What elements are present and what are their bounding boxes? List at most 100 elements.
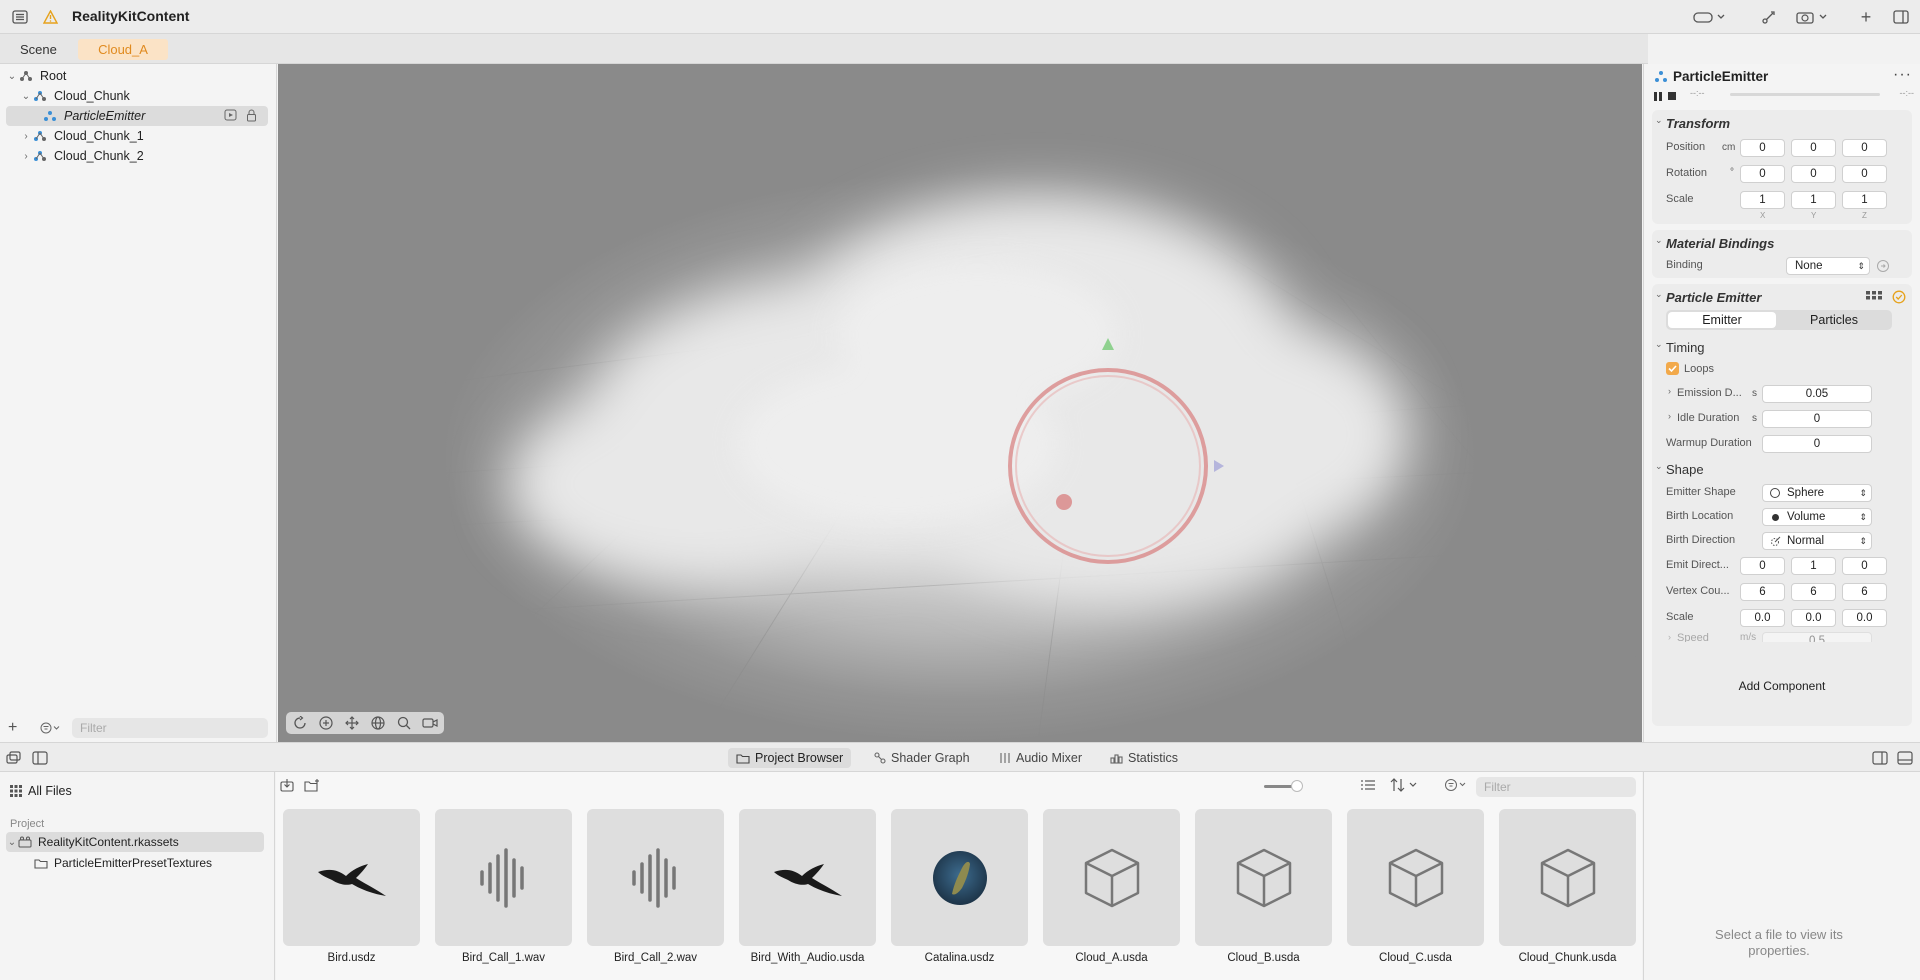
add-icon[interactable]: +	[1855, 6, 1877, 28]
asset-tile[interactable]: Cloud_Chunk.usda	[1499, 809, 1636, 964]
stop-icon[interactable]	[1668, 90, 1676, 100]
tree-item-preset-textures[interactable]: ParticleEmitterPresetTextures	[34, 854, 212, 872]
tree-item-rkassets[interactable]: ⌄ RealityKitContent.rkassets	[6, 832, 264, 852]
chevron-right-icon[interactable]: ›	[1668, 386, 1671, 396]
vertex-count-x-field[interactable]: 6	[1740, 583, 1785, 601]
chevron-down-icon[interactable]: ⌄	[1655, 339, 1663, 350]
scale-z-field[interactable]: 1	[1842, 191, 1887, 209]
camera-view-icon[interactable]	[420, 714, 440, 732]
asset-tile[interactable]: Cloud_B.usda	[1195, 809, 1332, 964]
go-to-material-icon[interactable]	[1876, 259, 1890, 273]
files-filter-input[interactable]: Filter	[1476, 777, 1636, 797]
shape-scale-z-field[interactable]: 0.0	[1842, 609, 1887, 627]
tab-project-browser[interactable]: Project Browser	[728, 748, 852, 768]
idle-duration-field[interactable]: 0	[1762, 410, 1872, 428]
rotation-y-field[interactable]: 0	[1791, 165, 1836, 183]
new-folder-icon[interactable]	[304, 779, 322, 793]
lock-icon[interactable]	[246, 109, 258, 122]
scene-viewport[interactable]	[278, 64, 1642, 742]
preview-icon[interactable]	[224, 109, 238, 122]
birth-direction-popup[interactable]: Normal ⇕	[1762, 532, 1872, 550]
asset-tile[interactable]: Bird.usdz	[283, 809, 420, 964]
material-bindings-title[interactable]: Material Bindings	[1666, 236, 1774, 251]
asset-tile[interactable]: Bird_With_Audio.usda	[739, 809, 876, 964]
filter-options-icon[interactable]	[40, 722, 66, 734]
tree-item-root[interactable]: ⌄ Root	[6, 66, 268, 86]
transform-title[interactable]: Transform	[1666, 116, 1730, 131]
import-icon[interactable]	[280, 779, 296, 793]
chevron-right-icon[interactable]: ›	[1668, 632, 1671, 642]
bottom-panel-toggle-icon[interactable]	[1897, 751, 1913, 765]
warning-icon[interactable]	[40, 6, 60, 28]
timing-title[interactable]: Timing	[1666, 340, 1705, 355]
position-x-field[interactable]: 0	[1740, 139, 1785, 157]
orbit-icon[interactable]	[290, 714, 310, 732]
play-simulation-icon[interactable]	[1758, 6, 1780, 28]
emit-direction-x-field[interactable]: 0	[1740, 557, 1785, 575]
shape-title[interactable]: Shape	[1666, 462, 1704, 477]
tab-scene[interactable]: Scene	[4, 39, 73, 60]
tab-shader-graph[interactable]: Shader Graph	[866, 748, 978, 768]
add-circle-icon[interactable]	[316, 714, 336, 732]
component-enabled-icon[interactable]	[1892, 290, 1906, 304]
more-options-icon[interactable]: ···	[1893, 66, 1912, 84]
emitter-shape-popup[interactable]: Sphere ⇕	[1762, 484, 1872, 502]
slider-knob[interactable]	[1291, 780, 1303, 792]
emit-direction-y-field[interactable]: 1	[1791, 557, 1836, 575]
list-view-icon[interactable]	[1360, 779, 1376, 793]
rotation-z-field[interactable]: 0	[1842, 165, 1887, 183]
right-panel-toggle-icon[interactable]	[1872, 751, 1888, 765]
asset-tile[interactable]: Bird_Call_2.wav	[587, 809, 724, 964]
shape-scale-x-field[interactable]: 0.0	[1740, 609, 1785, 627]
inspector-toggle-icon[interactable]	[1890, 6, 1912, 28]
asset-tile[interactable]: Catalina.usdz	[891, 809, 1028, 964]
all-files-item[interactable]: All Files	[28, 784, 72, 798]
viewport-canvas[interactable]	[278, 64, 1642, 742]
binding-popup[interactable]: None ⇕	[1786, 257, 1870, 275]
headset-preview-icon[interactable]	[1690, 6, 1730, 28]
chevron-down-icon[interactable]: ⌄	[1655, 235, 1663, 246]
sidebar-list-icon[interactable]	[8, 6, 32, 28]
asset-tile[interactable]: Cloud_A.usda	[1043, 809, 1180, 964]
tree-item-cloud-chunk-1[interactable]: › Cloud_Chunk_1	[6, 126, 268, 146]
tree-item-particle-emitter[interactable]: ParticleEmitter	[6, 106, 268, 126]
vertex-count-y-field[interactable]: 6	[1791, 583, 1836, 601]
move-icon[interactable]	[342, 714, 362, 732]
sort-icon[interactable]	[1390, 778, 1420, 794]
playback-scrubber[interactable]	[1730, 93, 1880, 96]
world-space-icon[interactable]	[368, 714, 388, 732]
tree-item-cloud-chunk[interactable]: ⌄ Cloud_Chunk	[6, 86, 268, 106]
chevron-right-icon[interactable]: ›	[20, 131, 32, 142]
tab-cloud-a[interactable]: Cloud_A	[78, 39, 168, 60]
add-entity-icon[interactable]: +	[8, 719, 22, 737]
outline-filter-input[interactable]: Filter	[72, 718, 268, 738]
emission-duration-field[interactable]: 0.05	[1762, 385, 1872, 403]
chevron-down-icon[interactable]: ⌄	[1655, 289, 1663, 300]
chevron-down-icon[interactable]: ⌄	[6, 71, 18, 82]
position-y-field[interactable]: 0	[1791, 139, 1836, 157]
birth-location-popup[interactable]: Volume ⇕	[1762, 508, 1872, 526]
position-z-field[interactable]: 0	[1842, 139, 1887, 157]
asset-tile[interactable]: Cloud_C.usda	[1347, 809, 1484, 964]
zoom-icon[interactable]	[394, 714, 414, 732]
rotation-x-field[interactable]: 0	[1740, 165, 1785, 183]
particle-emitter-title[interactable]: Particle Emitter	[1666, 290, 1761, 305]
copy-icon[interactable]	[6, 751, 22, 765]
chevron-down-icon[interactable]: ⌄	[1655, 461, 1663, 472]
tab-statistics[interactable]: Statistics	[1102, 748, 1186, 768]
chevron-down-icon[interactable]: ⌄	[20, 91, 32, 102]
chevron-right-icon[interactable]: ›	[1668, 411, 1671, 421]
tab-audio-mixer[interactable]: Audio Mixer	[991, 748, 1090, 768]
asset-tile[interactable]: Bird_Call_1.wav	[435, 809, 572, 964]
sidebar-toggle-icon[interactable]	[32, 751, 48, 765]
emit-direction-z-field[interactable]: 0	[1842, 557, 1887, 575]
loops-checkbox[interactable]	[1666, 362, 1679, 375]
filter-options-icon[interactable]	[1444, 778, 1472, 794]
chevron-down-icon[interactable]: ⌄	[6, 837, 18, 848]
scale-y-field[interactable]: 1	[1791, 191, 1836, 209]
chevron-right-icon[interactable]: ›	[20, 151, 32, 162]
gizmo-x-handle[interactable]	[1056, 494, 1072, 510]
chevron-down-icon[interactable]: ⌄	[1655, 115, 1663, 126]
segment-particles[interactable]: Particles	[1780, 312, 1888, 328]
scale-x-field[interactable]: 1	[1740, 191, 1785, 209]
